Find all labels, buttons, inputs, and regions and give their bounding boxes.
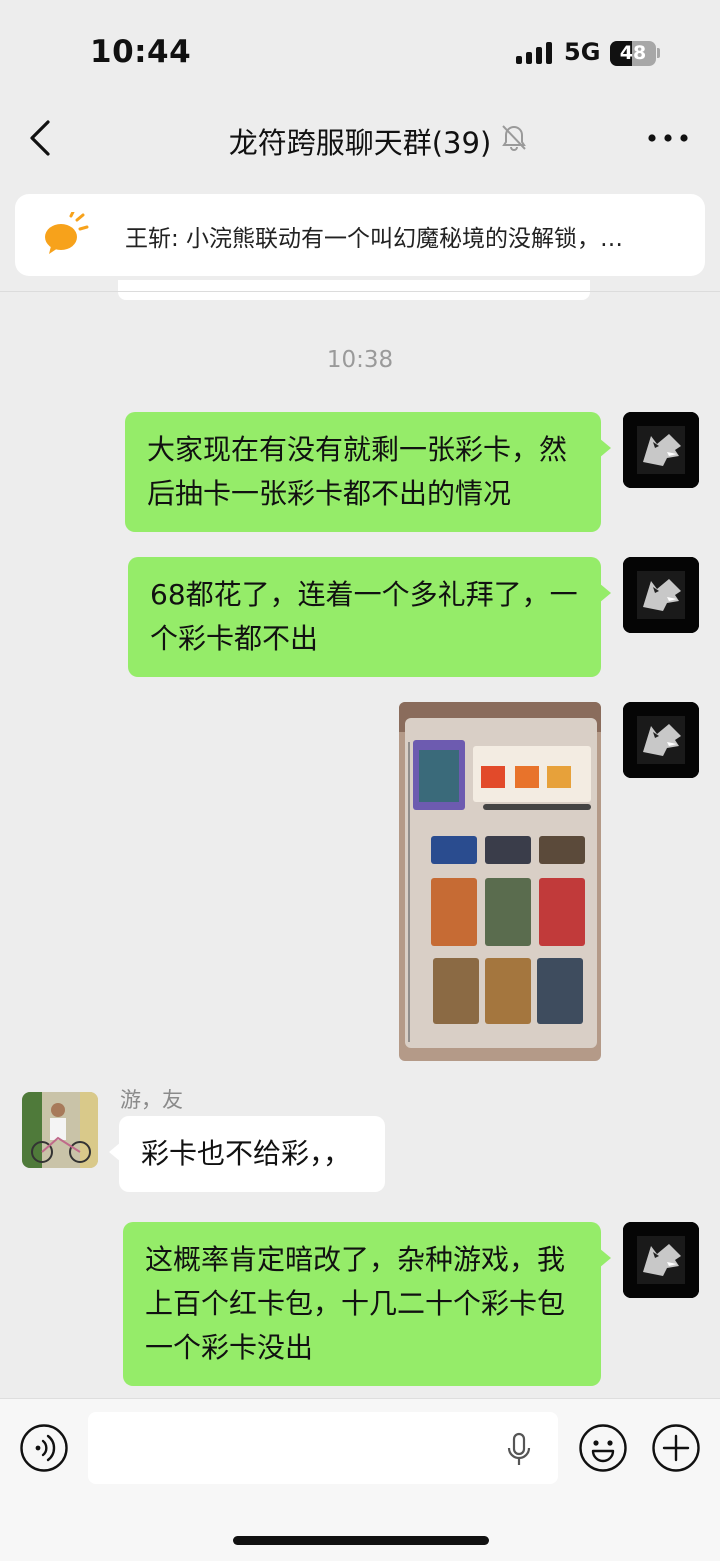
header-divider xyxy=(0,291,720,292)
wolf-avatar-icon xyxy=(623,702,699,778)
wolf-avatar-icon xyxy=(623,557,699,633)
self-avatar[interactable] xyxy=(623,557,699,633)
sender-avatar[interactable] xyxy=(22,1092,98,1168)
outgoing-message-bubble[interactable]: 大家现在有没有就剩一张彩卡，然后抽卡一张彩卡都不出的情况 xyxy=(125,412,611,532)
battery-level-label: 48 xyxy=(619,42,647,64)
microphone-icon[interactable] xyxy=(506,1432,532,1468)
self-avatar[interactable] xyxy=(623,1222,699,1298)
battery-tip xyxy=(657,48,660,58)
wolf-avatar-icon xyxy=(623,412,699,488)
chat-timestamp: 10:38 xyxy=(326,347,394,373)
image-message[interactable] xyxy=(399,702,601,1061)
more-horizontal-icon[interactable] xyxy=(646,128,690,148)
pinned-announcement[interactable]: 王斩: 小浣熊联动有一个叫幻魔秘境的没解锁，… xyxy=(15,194,705,276)
emoji-icon[interactable] xyxy=(578,1423,628,1473)
status-time: 10:44 xyxy=(90,34,192,70)
plus-icon[interactable] xyxy=(651,1423,701,1473)
bell-muted-icon xyxy=(502,125,526,151)
announcement-icon xyxy=(45,212,89,254)
self-avatar[interactable] xyxy=(623,412,699,488)
wolf-avatar-icon xyxy=(623,1222,699,1298)
cellular-signal-icon xyxy=(516,42,552,64)
voice-input-icon[interactable] xyxy=(19,1423,69,1473)
person-avatar-icon xyxy=(22,1092,98,1168)
outgoing-message-bubble[interactable]: 68都花了，连着一个多礼拜了，一个彩卡都不出 xyxy=(128,557,611,677)
card-collection-photo xyxy=(399,702,601,1061)
network-type-label: 5G xyxy=(564,38,601,66)
chat-title[interactable]: 龙符跨服聊天群(39) xyxy=(229,126,492,160)
input-bar xyxy=(0,1398,720,1561)
chat-header: 龙符跨服聊天群(39) xyxy=(0,100,720,180)
status-bar: 10:44 5G 48 xyxy=(0,0,720,100)
previous-message-bubble xyxy=(118,280,590,300)
message-input[interactable] xyxy=(88,1412,558,1484)
sender-name: 游，友 xyxy=(120,1088,183,1112)
outgoing-message-bubble[interactable]: 这概率肯定暗改了，杂种游戏，我上百个红卡包，十几二十个彩卡包一个彩卡没出 xyxy=(123,1222,611,1386)
home-indicator xyxy=(233,1536,489,1545)
announcement-text: 王斩: 小浣熊联动有一个叫幻魔秘境的没解锁，… xyxy=(125,226,624,252)
incoming-message-bubble[interactable]: 彩卡也不给彩，， xyxy=(109,1116,385,1192)
self-avatar[interactable] xyxy=(623,702,699,778)
battery-icon: 48 xyxy=(610,41,656,66)
